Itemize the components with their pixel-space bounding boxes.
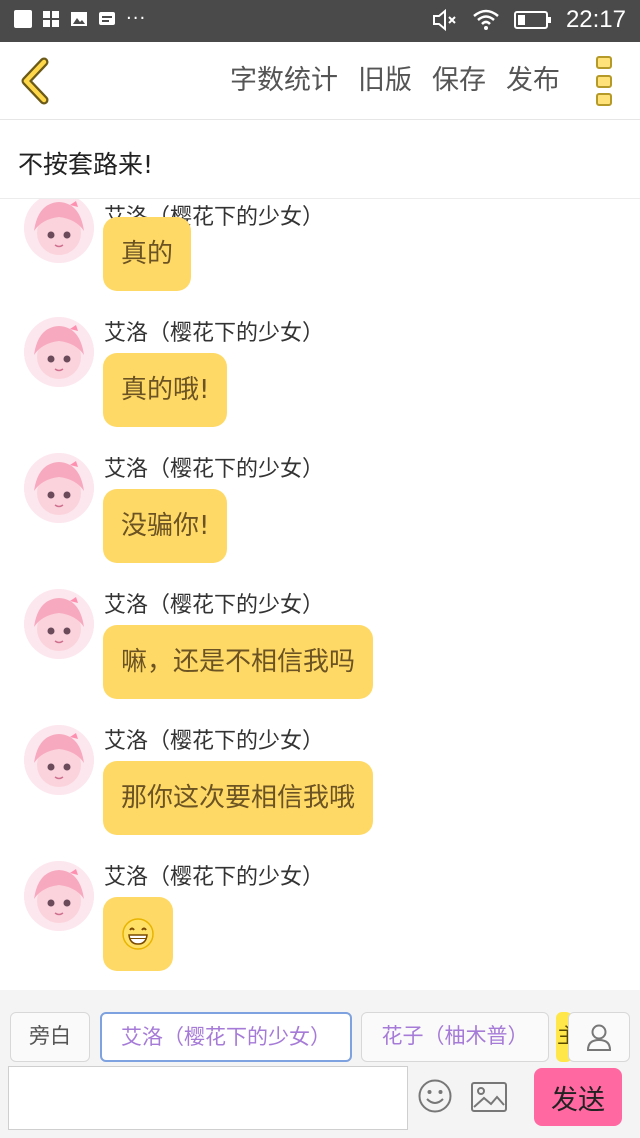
save-button[interactable]: 保存 (432, 64, 486, 98)
wifi-icon (473, 9, 499, 30)
send-button[interactable]: 发送 (534, 1068, 622, 1126)
battery-icon (513, 11, 551, 29)
role-chip-selected[interactable]: 艾洛（樱花下的少女） (100, 1012, 352, 1062)
message-bubble[interactable]: 嘛，还是不相信我吗 (103, 625, 374, 699)
editor-toolbar: 字数统计 旧版 保存 发布 (0, 42, 640, 120)
image-notification-icon (71, 12, 87, 26)
message-input[interactable] (8, 1066, 408, 1130)
sender-name: 艾洛（樱花下的少女） (104, 593, 325, 618)
grinning-face-icon (122, 918, 154, 950)
character-avatar (24, 317, 94, 387)
role-selector: 旁白 艾洛（樱花下的少女） 花子（柚木普） 主 (0, 990, 640, 1070)
status-bar: ··· 22:17 (0, 0, 640, 42)
message-bubble[interactable]: 没骗你! (103, 489, 228, 563)
image-icon[interactable] (470, 1080, 508, 1114)
message-bubble[interactable]: 真的哦! (103, 353, 228, 427)
sender-name: 艾洛（樱花下的少女） (104, 457, 325, 482)
character-avatar (24, 589, 94, 659)
old-version-button[interactable]: 旧版 (358, 64, 412, 98)
sender-name: 艾洛（樱花下的少女） (104, 729, 325, 754)
more-menu-icon[interactable] (596, 56, 616, 106)
grid-notification-icon (43, 11, 59, 27)
word-count-button[interactable]: 字数统计 (230, 64, 338, 98)
app-notification-icon (14, 10, 32, 28)
character-avatar (24, 199, 94, 263)
system-status: 22:17 (432, 6, 626, 34)
mute-icon (432, 8, 456, 32)
message-bubble[interactable] (103, 897, 173, 971)
chat-area[interactable]: 艾洛（樱花下的少女） 真的 艾洛（樱花下的少女） 真的哦! 艾洛（樱花下的少女）… (0, 199, 640, 990)
sender-name: 艾洛（樱花下的少女） (104, 321, 325, 346)
role-chip-narrator[interactable]: 旁白 (10, 1012, 90, 1062)
character-avatar (24, 453, 94, 523)
message-bubble[interactable]: 那你这次要相信我哦 (103, 761, 374, 835)
toolbar-actions: 字数统计 旧版 保存 发布 (230, 64, 560, 98)
message-notification-icon (99, 12, 115, 25)
add-role-button[interactable] (568, 1012, 630, 1062)
composer-bar: 发送 (0, 1066, 640, 1138)
back-icon[interactable] (14, 56, 60, 106)
character-avatar (24, 861, 94, 931)
emoji-icon[interactable] (417, 1078, 453, 1114)
more-notifications-indicator: ··· (126, 8, 147, 29)
message-bubble[interactable]: 真的 (103, 217, 192, 291)
story-title-bar: 不按套路来! (0, 121, 640, 199)
role-chip-hanako[interactable]: 花子（柚木普） (361, 1012, 549, 1062)
character-avatar (24, 725, 94, 795)
story-title[interactable]: 不按套路来! (18, 145, 153, 181)
sender-name: 艾洛（樱花下的少女） (104, 865, 325, 890)
publish-button[interactable]: 发布 (506, 64, 560, 98)
clock: 22:17 (565, 6, 626, 33)
notification-icons: ··· (14, 10, 146, 28)
user-icon (586, 1024, 612, 1051)
